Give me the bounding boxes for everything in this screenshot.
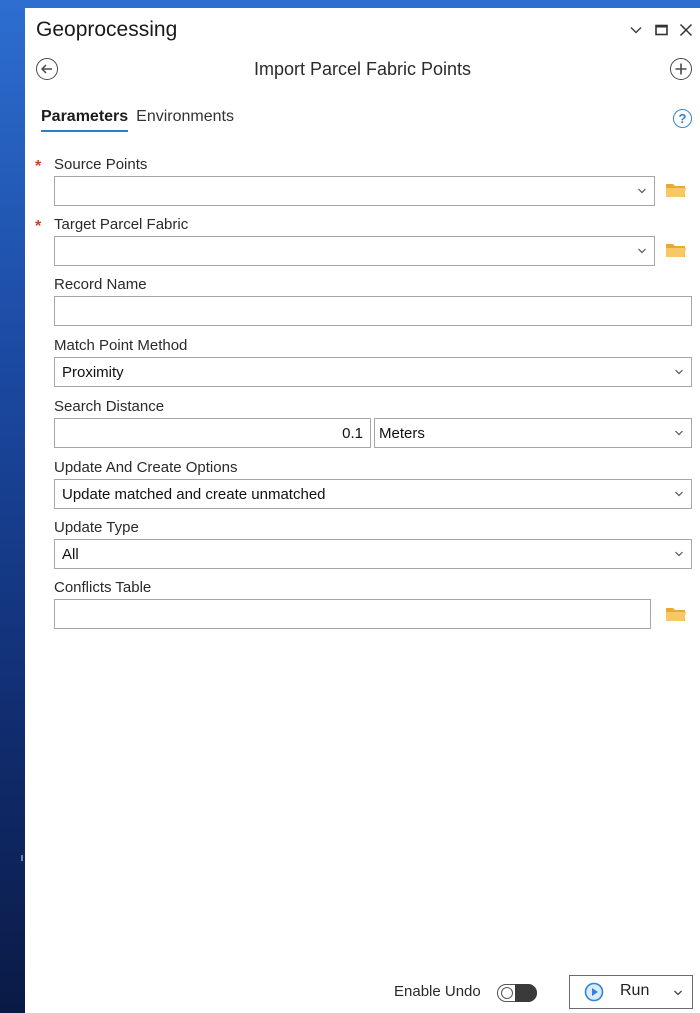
chevron-down-icon[interactable] [628, 22, 644, 38]
conflicts-table-label: Conflicts Table [54, 579, 152, 596]
chevron-down-icon [675, 430, 683, 436]
update-type-dropdown[interactable]: All [54, 539, 692, 569]
background-edge-mark [21, 855, 23, 861]
update-type-value: All [62, 546, 79, 563]
match-point-method-value: Proximity [62, 364, 124, 381]
maximize-icon[interactable] [653, 22, 669, 38]
chevron-down-icon [675, 551, 683, 557]
required-marker: * [35, 218, 42, 235]
play-circle-icon [584, 982, 604, 1002]
tool-title: Import Parcel Fabric Points [253, 59, 472, 79]
record-name-input[interactable] [54, 296, 692, 326]
distance-unit-value: Meters [379, 425, 425, 442]
folder-icon[interactable] [665, 181, 687, 199]
pane-title: Geoprocessing [36, 18, 178, 41]
source-points-label: Source Points [54, 156, 148, 173]
source-points-dropdown[interactable] [54, 176, 655, 206]
enable-undo-label: Enable Undo [394, 983, 481, 1000]
chevron-down-icon [675, 369, 683, 375]
geoprocessing-pane: Geoprocessing Import Parcel Fabric Point… [25, 8, 700, 1013]
distance-unit-dropdown[interactable]: Meters [374, 418, 692, 448]
folder-icon[interactable] [665, 241, 687, 259]
search-distance-value: 0.1 [342, 425, 363, 442]
search-distance-input[interactable]: 0.1 [54, 418, 371, 448]
folder-icon[interactable] [665, 605, 687, 623]
tab-bar: Parameters Environments [41, 108, 234, 132]
enable-undo-toggle[interactable] [497, 983, 537, 1002]
target-parcel-fabric-label: Target Parcel Fabric [54, 216, 189, 233]
required-marker: * [35, 158, 42, 175]
tab-environments[interactable]: Environments [136, 108, 234, 132]
toggle-knob [501, 987, 513, 999]
chevron-down-icon [638, 188, 646, 194]
toggle-track-fill [515, 983, 537, 1002]
close-icon[interactable] [678, 22, 694, 38]
update-create-options-value: Update matched and create unmatched [62, 486, 326, 503]
tab-parameters[interactable]: Parameters [41, 108, 129, 132]
plus-circle-icon[interactable] [670, 58, 692, 80]
update-create-options-label: Update And Create Options [54, 459, 238, 476]
run-label: Run [620, 982, 650, 999]
chevron-down-icon [638, 248, 646, 254]
window-controls [628, 22, 694, 38]
record-name-label: Record Name [54, 276, 147, 293]
search-distance-label: Search Distance [54, 398, 165, 415]
help-icon[interactable]: ? [673, 109, 692, 128]
chevron-down-icon [675, 491, 683, 497]
pane-footer: Enable Undo Run [25, 975, 700, 1013]
update-type-label: Update Type [54, 519, 139, 536]
match-point-method-label: Match Point Method [54, 337, 188, 354]
chevron-down-icon[interactable] [673, 989, 683, 997]
run-button[interactable]: Run [569, 975, 693, 1009]
match-point-method-dropdown[interactable]: Proximity [54, 357, 692, 387]
target-parcel-fabric-dropdown[interactable] [54, 236, 655, 266]
conflicts-table-input[interactable] [54, 599, 651, 629]
update-create-options-dropdown[interactable]: Update matched and create unmatched [54, 479, 692, 509]
tool-header: Import Parcel Fabric Points [25, 58, 700, 88]
